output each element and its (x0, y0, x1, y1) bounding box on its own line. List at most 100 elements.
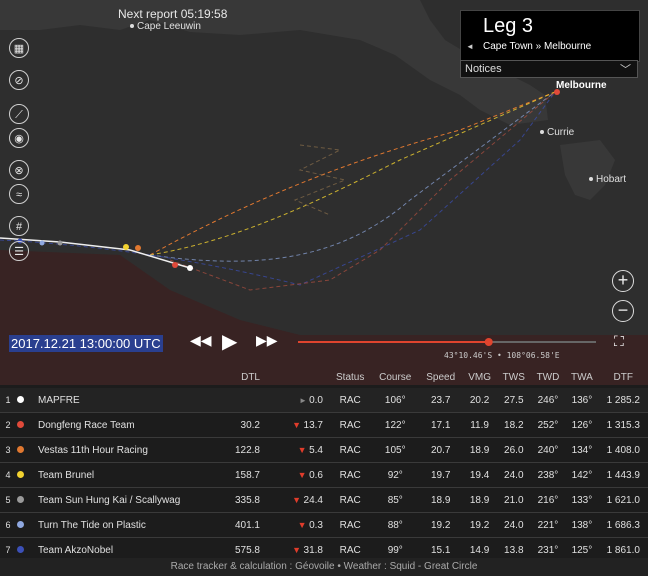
trend-flat-icon: ► (298, 395, 310, 405)
delta-number: 24.4 (303, 494, 323, 506)
col-course[interactable]: Course (371, 366, 419, 388)
team-name: Dongfeng Race Team (32, 412, 189, 438)
table-row[interactable]: 4 Team Brunel 158.7 ▼ 0.6 RAC 92° 19.7 19.4 24.0… (0, 462, 648, 488)
link-icon[interactable]: ⊘ (9, 70, 29, 90)
twa-value: 142° (565, 462, 599, 488)
col-vmg[interactable]: VMG (462, 366, 497, 388)
vmg-value: 19.4 (462, 462, 497, 488)
dtf-value: 1 621.0 (598, 487, 648, 513)
team-name: Turn The Tide on Plastic (32, 512, 189, 538)
notices-dropdown[interactable]: Notices ﹀ (460, 60, 638, 78)
table-row[interactable]: 2 Dongfeng Race Team 30.2 ▼ 13.7 RAC 122° 17.1… (0, 412, 648, 438)
prev-leg-icon[interactable]: ◄ (466, 42, 474, 51)
tws-value: 24.0 (496, 512, 531, 538)
vmg-value: 19.2 (462, 512, 497, 538)
leg-panel[interactable]: Leg 3 ◄ Cape Town » Melbourne (460, 10, 640, 62)
chevron-down-icon: ﹀ (620, 64, 631, 76)
col-status[interactable]: Status (329, 366, 371, 388)
vmg-value: 20.2 (462, 388, 497, 413)
table-row[interactable]: 6 Turn The Tide on Plastic 401.1 ▼ 0.3 RAC 88… (0, 512, 648, 538)
speed-value: 19.7 (419, 462, 463, 488)
col-twa[interactable]: TWA (565, 366, 598, 388)
table-row[interactable]: 5 Team Sun Hung Kai / Scallywag 335.8 ▼ 24.… (0, 487, 648, 513)
footer-credits: Race tracker & calculation : Géovoile • … (0, 558, 648, 576)
table-row[interactable]: 3 Vestas 11th Hour Racing 122.8 ▼ 5.4 RAC 105… (0, 437, 648, 463)
team-dot-icon (17, 495, 24, 503)
delta-number: 5.4 (309, 444, 323, 456)
col-tws[interactable]: TWS (497, 366, 531, 388)
delta-value: ▼ 24.4 (266, 487, 329, 513)
twd-value: 238° (530, 462, 566, 488)
team-dot-icon (17, 470, 24, 478)
team-name: Team Sun Hung Kai / Scallywag (32, 487, 189, 513)
team-name: Vestas 11th Hour Racing (32, 437, 189, 463)
place-label: Melbourne (556, 80, 607, 91)
dtl-value: 158.7 (189, 462, 266, 488)
team-color-dot (16, 388, 32, 413)
place-label: Hobart (596, 174, 627, 185)
delta-value: ▼ 0.3 (266, 512, 329, 538)
vmg-value: 11.9 (462, 412, 497, 438)
compass-icon[interactable]: ⊗ (9, 160, 29, 180)
trend-down-icon: ▼ (297, 469, 310, 480)
play-icon[interactable]: ▶ (222, 329, 237, 354)
team-name: MAPFRE (32, 388, 189, 413)
notices-label: Notices (465, 63, 502, 75)
race-map[interactable]: Next report 05:19:58 Cape Leeuwin Melbou… (0, 0, 648, 385)
team-dot-icon (17, 395, 24, 403)
dtf-value: 1 285.2 (598, 388, 648, 413)
course-value: 122° (371, 412, 420, 438)
next-report-label: Next report 05:19:58 (118, 7, 228, 21)
col-dtf[interactable]: DTF (599, 366, 648, 388)
team-color-dot (16, 462, 32, 488)
fullscreen-icon[interactable]: ⛶ (614, 333, 624, 350)
twa-value: 126° (565, 412, 599, 438)
twd-value: 240° (530, 437, 566, 463)
team-dot-icon (17, 420, 24, 428)
time-slider[interactable] (296, 334, 600, 350)
table-row[interactable]: 1 MAPFRE ► 0.0 RAC 106° 23.7 20.2 27.5 246° 136° 1… (0, 388, 648, 413)
rank-number: 2 (0, 412, 16, 438)
route-icon[interactable]: ⟋ (9, 104, 29, 124)
dtf-value: 1 686.3 (598, 512, 648, 538)
delta-value: ► 0.0 (266, 388, 329, 413)
team-dot-icon (17, 445, 24, 453)
twd-value: 246° (530, 388, 566, 413)
trend-down-icon: ▼ (292, 419, 304, 430)
slider-knob (484, 338, 493, 346)
wind-icon[interactable]: ≈ (9, 184, 29, 204)
place-dot-icon (130, 24, 134, 29)
course-value: 88° (371, 512, 420, 538)
place-melbourne: Melbourne (556, 80, 607, 91)
course-value: 85° (371, 487, 420, 513)
col-dtl[interactable]: DTL (189, 366, 266, 388)
status-value: RAC (329, 388, 372, 413)
leg-title: Leg 3 (483, 15, 534, 37)
twa-value: 133° (565, 487, 599, 513)
camera-icon[interactable]: ◉ (9, 128, 29, 148)
tws-value: 26.0 (496, 437, 531, 463)
zoom-out-icon[interactable]: − (612, 300, 634, 322)
tws-value: 24.0 (496, 462, 531, 488)
forward-icon[interactable]: ▶▶ (256, 332, 278, 349)
col-twd[interactable]: TWD (531, 366, 566, 388)
place-currie: Currie (540, 127, 574, 138)
col-speed[interactable]: Speed (419, 366, 462, 388)
rewind-icon[interactable]: ◀◀ (190, 332, 212, 349)
tws-value: 27.5 (496, 388, 531, 413)
rank-number: 3 (0, 437, 16, 463)
delta-number: 0.0 (309, 394, 323, 406)
datetime-display[interactable]: 2017.12.21 13:00:00 UTC (9, 335, 163, 352)
twa-value: 136° (565, 388, 599, 413)
ranking-table: DTL Status Course Speed VMG TWS TWD TWA … (0, 366, 648, 563)
grid-icon[interactable]: # (9, 216, 29, 236)
rank-number: 6 (0, 512, 16, 538)
zoom-in-icon[interactable]: + (612, 270, 634, 292)
team-color-dot (16, 437, 32, 463)
delta-value: ▼ 5.4 (266, 437, 329, 463)
course-value: 92° (371, 462, 420, 488)
twd-value: 221° (530, 512, 566, 538)
map-layers-icon[interactable]: ▦ (9, 38, 29, 58)
legend-icon[interactable]: ☰ (9, 241, 29, 261)
speed-value: 19.2 (419, 512, 463, 538)
